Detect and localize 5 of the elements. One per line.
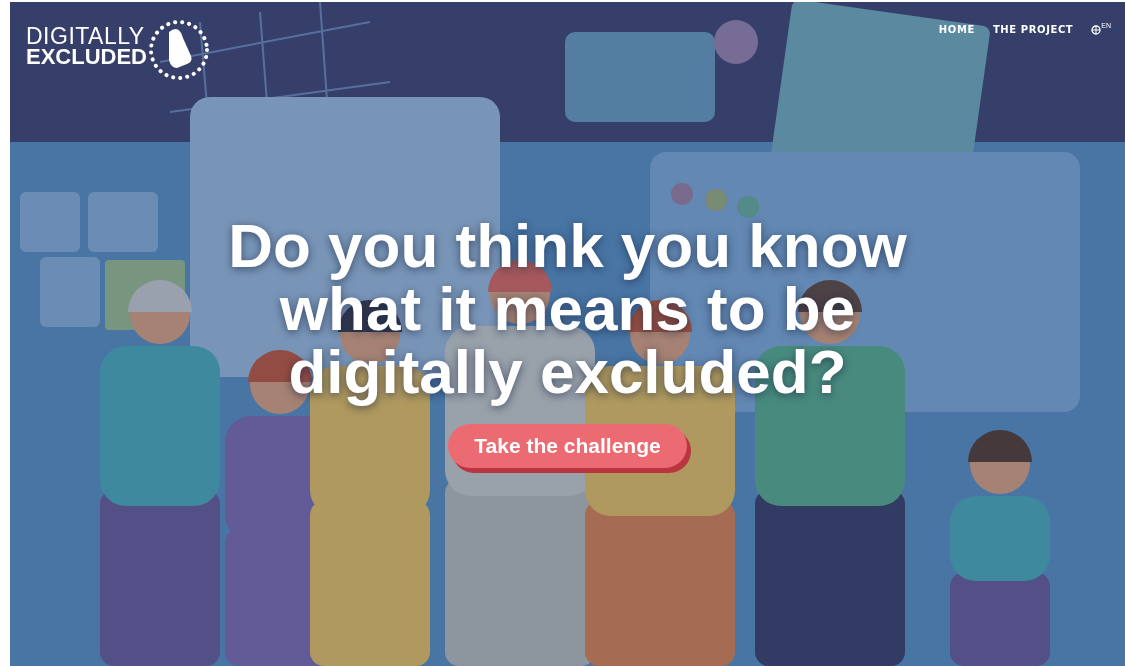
- globe-icon: [1091, 24, 1102, 35]
- logo-text[interactable]: DIGITALLY: [26, 25, 147, 48]
- nav-link[interactable]: HOME: [938, 24, 975, 35]
- logo-text[interactable]: EXCLUDED: [26, 47, 147, 69]
- nav-link[interactable]: THE PROJECT: [992, 24, 1074, 35]
